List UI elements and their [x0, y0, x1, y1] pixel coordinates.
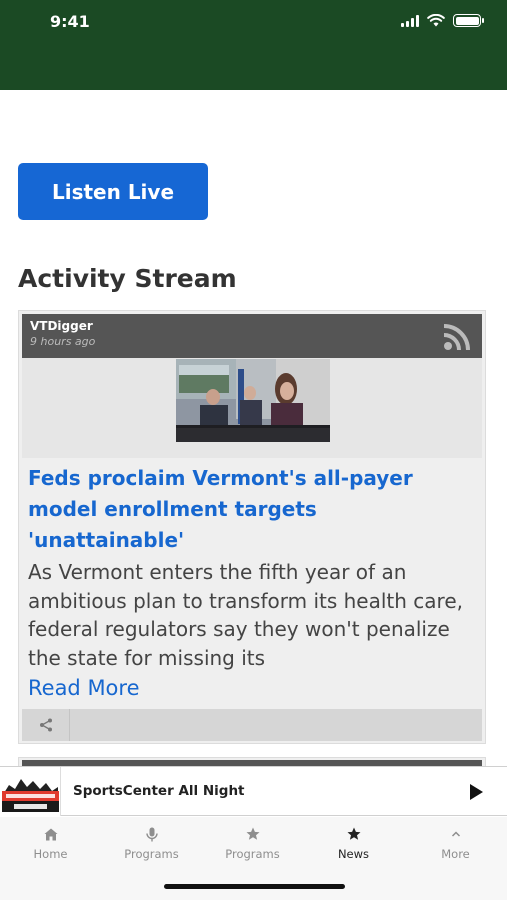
rss-icon — [443, 324, 470, 351]
card-image-area — [22, 358, 482, 458]
now-playing-bar[interactable]: SportsCenter All Night — [0, 766, 507, 816]
share-button[interactable] — [22, 709, 70, 741]
now-playing-title: SportsCenter All Night — [73, 783, 245, 799]
tab-label: News — [337, 847, 370, 861]
play-icon[interactable] — [470, 784, 483, 800]
star-icon — [202, 825, 303, 843]
card-source: VTDigger — [30, 319, 93, 333]
share-icon — [39, 718, 52, 732]
tab-label: Programs — [225, 847, 280, 861]
chevron-up-icon — [405, 825, 506, 843]
article-title-link[interactable]: Feds proclaim Vermont's all-payer model … — [28, 463, 478, 556]
home-icon — [0, 825, 101, 843]
tab-more[interactable]: More — [405, 825, 506, 869]
tab-label: Home — [33, 847, 68, 861]
tab-label: More — [441, 847, 470, 861]
now-playing-artwork — [0, 767, 61, 816]
article-photo[interactable] — [176, 359, 330, 442]
cellular-signal-icon — [401, 14, 419, 27]
tab-programs-audio[interactable]: Programs — [101, 825, 202, 869]
status-bar: 9:41 — [0, 0, 507, 90]
star-icon — [303, 825, 404, 843]
tab-home[interactable]: Home — [0, 825, 101, 869]
tab-programs[interactable]: Programs — [202, 825, 303, 869]
status-icons — [401, 14, 484, 27]
tab-news[interactable]: News — [303, 825, 404, 869]
microphone-icon — [101, 825, 202, 843]
battery-icon — [453, 14, 484, 27]
home-indicator — [164, 884, 345, 889]
wifi-icon — [427, 14, 445, 27]
card-footer — [22, 709, 482, 741]
listen-live-button[interactable]: Listen Live — [18, 163, 208, 220]
card-header: VTDigger 9 hours ago — [22, 314, 482, 358]
status-time: 9:41 — [50, 12, 90, 31]
read-more-link[interactable]: Read More — [28, 676, 140, 700]
tab-label: Programs — [124, 847, 179, 861]
card-time: 9 hours ago — [30, 335, 96, 348]
section-title: Activity Stream — [18, 264, 237, 293]
activity-card: VTDigger 9 hours ago Feds proclaim Vermo… — [18, 310, 486, 744]
article-excerpt: As Vermont enters the fifth year of an a… — [28, 560, 463, 670]
